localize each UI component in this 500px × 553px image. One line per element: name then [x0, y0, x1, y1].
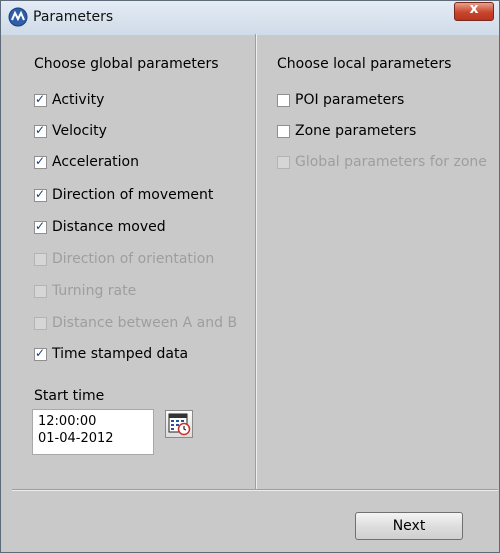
checkbox-box — [34, 252, 47, 266]
app-logo-icon — [8, 7, 28, 27]
start-time-label: Start time — [34, 388, 105, 404]
acceleration-checkbox[interactable]: Acceleration — [34, 153, 139, 171]
checkbox-label: Time stamped data — [52, 346, 189, 362]
checkbox-box — [277, 155, 290, 169]
time-stamped-data-checkbox[interactable]: Time stamped data — [34, 345, 188, 363]
local-parameters-heading: Choose local parameters — [277, 56, 452, 72]
global-parameters-for-zone-checkbox: Global parameters for zone — [277, 153, 487, 171]
checkbox-box[interactable] — [34, 219, 47, 234]
checkbox-box[interactable] — [34, 123, 47, 138]
checkbox-box[interactable] — [34, 187, 47, 202]
checkbox-label: Activity — [52, 92, 105, 108]
checkbox-box[interactable] — [34, 346, 47, 361]
checkbox-box[interactable] — [277, 124, 290, 138]
checkbox-label: Zone parameters — [295, 123, 417, 139]
close-icon: x — [469, 1, 479, 17]
distance-moved-checkbox[interactable]: Distance moved — [34, 218, 166, 236]
checkbox-box[interactable] — [277, 93, 290, 107]
turning-rate-checkbox: Turning rate — [34, 282, 136, 300]
start-time-field[interactable]: 12:00:00 01-04-2012 — [32, 409, 154, 455]
activity-checkbox[interactable]: Activity — [34, 91, 104, 109]
next-button[interactable]: Next — [355, 512, 463, 540]
checkbox-label: Distance between A and B — [52, 315, 238, 331]
checkbox-label: Distance moved — [52, 219, 166, 235]
checkbox-label: Direction of orientation — [52, 251, 215, 267]
poi-parameters-checkbox[interactable]: POI parameters — [277, 91, 404, 109]
distance-between-a-and-b-checkbox: Distance between A and B — [34, 314, 237, 332]
checkbox-box[interactable] — [34, 154, 47, 169]
velocity-checkbox[interactable]: Velocity — [34, 122, 107, 140]
footer-divider — [12, 489, 498, 491]
direction-of-orientation-checkbox: Direction of orientation — [34, 250, 214, 268]
start-time-value: 12:00:00 — [38, 414, 97, 429]
parameters-window: Parameters x — [0, 0, 500, 553]
checkbox-label: Acceleration — [52, 154, 139, 170]
checkbox-label: POI parameters — [295, 92, 405, 108]
window-title: Parameters — [33, 9, 114, 25]
calendar-picker-button[interactable] — [165, 410, 193, 438]
direction-of-movement-checkbox[interactable]: Direction of movement — [34, 186, 213, 204]
checkbox-label: Global parameters for zone — [295, 154, 487, 170]
checkbox-box[interactable] — [34, 92, 47, 107]
zone-parameters-checkbox[interactable]: Zone parameters — [277, 122, 416, 140]
checkbox-label: Turning rate — [52, 283, 137, 299]
close-button[interactable]: x — [454, 1, 494, 21]
start-date-value: 01-04-2012 — [38, 431, 114, 446]
checkbox-label: Velocity — [52, 123, 107, 139]
checkbox-label: Direction of movement — [52, 187, 214, 203]
checkbox-box — [34, 316, 47, 330]
calendar-clock-icon — [168, 413, 191, 436]
global-parameters-heading: Choose global parameters — [34, 56, 219, 72]
checkbox-box — [34, 284, 47, 298]
title-bar: Parameters x — [1, 1, 499, 35]
column-divider — [255, 34, 257, 489]
